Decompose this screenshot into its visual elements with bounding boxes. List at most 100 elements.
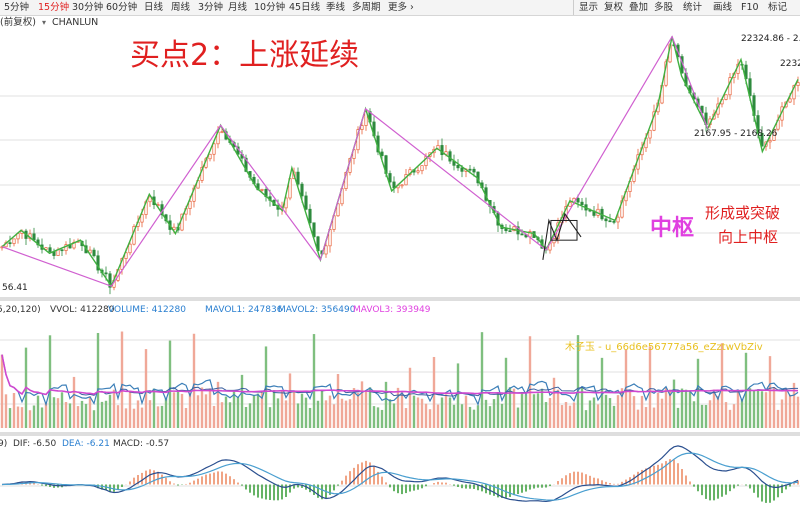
volume-bar	[552, 377, 556, 428]
volume-bar	[40, 407, 44, 428]
volume-bar	[236, 396, 240, 428]
volume-bar	[64, 402, 68, 428]
volume-bar	[332, 404, 336, 428]
volume-bar	[608, 398, 612, 428]
volume-bar	[460, 404, 464, 428]
price-level-label: 2232	[780, 59, 800, 69]
volume-bar	[640, 395, 644, 428]
vvol-label: VVOL: 412280	[50, 305, 115, 315]
volume-bar	[128, 390, 132, 428]
volume-bar	[256, 393, 260, 428]
mavol1-label: MAVOL1: 247836	[205, 305, 283, 315]
volume-bar	[84, 403, 88, 428]
candle-body	[296, 171, 300, 185]
volume-bar	[188, 393, 192, 428]
volume-bar	[280, 391, 284, 428]
volume-bar	[108, 394, 112, 428]
volume-bar	[296, 403, 300, 428]
volume-bar	[400, 392, 404, 428]
volume-bar	[168, 340, 172, 428]
volume-bar	[428, 409, 432, 428]
volume-bar	[484, 399, 488, 428]
dif-label: DIF: -6.50	[13, 439, 57, 449]
volume-bar	[456, 363, 460, 428]
volume-bar	[416, 397, 420, 428]
volume-bar	[728, 409, 732, 428]
volume-bar	[688, 390, 692, 428]
mavol2-label: MAVOL2: 356490	[278, 305, 356, 315]
candle-body	[104, 272, 108, 275]
mavol3-label: MAVOL3: 393949	[353, 305, 431, 315]
volume-bar	[48, 335, 52, 428]
volume-bar	[72, 376, 76, 428]
low-price-label: 56.41	[2, 283, 28, 293]
candle-body	[724, 94, 728, 100]
volume-bar	[196, 395, 200, 428]
candle-body	[400, 184, 404, 187]
volume-bar	[44, 402, 48, 428]
volume-bar	[488, 406, 492, 428]
volume-bar	[220, 402, 224, 428]
volume-bar	[664, 387, 668, 428]
volume-bar	[380, 409, 384, 428]
volume-bar	[768, 356, 772, 428]
volume-bar	[708, 400, 712, 428]
volume-bar	[480, 332, 484, 428]
volume-bar	[656, 392, 660, 428]
volume-bar	[724, 402, 728, 428]
volume-bar	[556, 389, 560, 428]
volume-bar	[88, 396, 92, 428]
volume-bar	[584, 410, 588, 428]
candle-body	[504, 228, 508, 232]
volume-bar	[92, 410, 96, 428]
volume-bar	[560, 405, 564, 428]
volume-bar	[512, 388, 516, 428]
volume-bar	[632, 396, 636, 428]
volume-bar	[580, 387, 584, 428]
volume-bar	[276, 398, 280, 428]
volume-bar	[720, 343, 724, 428]
candle-body	[212, 143, 216, 155]
volume-bar	[660, 398, 664, 428]
volume-bar	[752, 390, 756, 428]
volume-bar	[764, 392, 768, 428]
volume-bar	[468, 406, 472, 428]
zhongshu-box	[550, 219, 578, 241]
volume-bar	[208, 388, 212, 428]
volume-bar	[448, 397, 452, 428]
volume-bar	[652, 407, 656, 428]
volume-params: 5,20,120)	[0, 305, 41, 315]
volume-bar	[56, 398, 60, 428]
volume-bar	[684, 389, 688, 428]
volume-bar	[436, 404, 440, 428]
volume-bar	[144, 349, 148, 428]
volume-bar	[696, 358, 700, 428]
candle-body	[220, 131, 224, 134]
volume-bar	[352, 388, 356, 428]
volume-bar	[604, 394, 608, 428]
volume-bar	[292, 390, 296, 428]
volume-bar	[524, 394, 528, 428]
candle-body	[324, 245, 328, 255]
candle-body	[128, 243, 132, 254]
volume-bar	[628, 390, 632, 428]
volume-bar	[100, 401, 104, 428]
volume-bar	[112, 389, 116, 428]
volume-bar	[148, 400, 152, 428]
volume-bar	[516, 407, 520, 428]
volume-bar	[120, 331, 124, 428]
volume-bar	[224, 396, 228, 428]
candle-body	[580, 201, 584, 206]
volume-bar	[320, 390, 324, 428]
volume-bar	[424, 403, 428, 428]
candle-body	[304, 195, 308, 210]
volume-bar	[324, 400, 328, 428]
candle-body	[468, 168, 472, 171]
candle-body	[460, 167, 464, 172]
macd-label: MACD: -0.57	[113, 439, 169, 449]
volume-bar	[616, 395, 620, 428]
volume-bar	[636, 409, 640, 428]
volume-bar	[32, 405, 36, 428]
volume-bar	[268, 407, 272, 428]
candle-body	[92, 249, 96, 257]
